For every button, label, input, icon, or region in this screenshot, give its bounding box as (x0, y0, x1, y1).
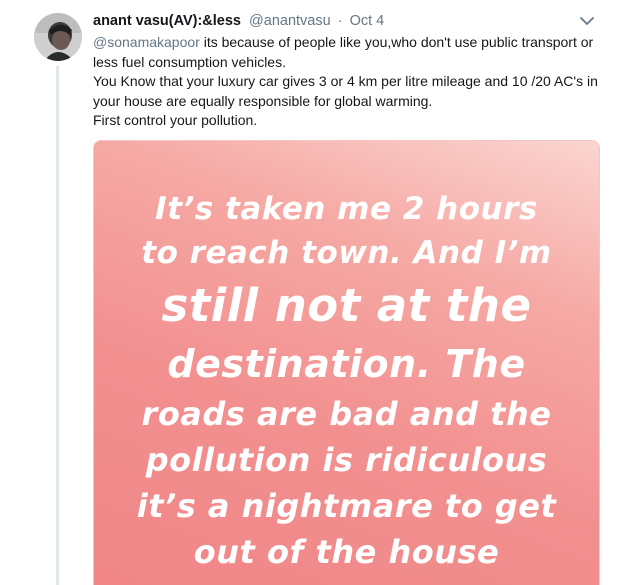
author-name[interactable]: anant vasu(AV):&less (93, 13, 241, 29)
separator-dot: · (337, 13, 343, 29)
avatar[interactable] (34, 13, 82, 61)
thread-line (56, 66, 59, 585)
media-text-line: roads are bad and the (141, 395, 552, 433)
tweet-media-image[interactable]: It’s taken me 2 hours to reach town. And… (93, 140, 600, 585)
tweet-text-line-3: First control your pollution. (93, 112, 258, 128)
avatar-image (34, 13, 82, 61)
chevron-down-icon[interactable] (578, 14, 596, 28)
media-text-line: destination. The (167, 342, 526, 386)
media-text: It’s taken me 2 hours to reach town. And… (94, 187, 599, 575)
media-text-line: still not at the (161, 279, 532, 332)
media-text-line: pollution is ridiculous (145, 441, 548, 479)
tweet-header: anant vasu(AV):&less @anantvasu · Oct 4 (93, 11, 384, 31)
tweet-text: @sonamakapoor its because of people like… (93, 33, 613, 131)
tweet: anant vasu(AV):&less @anantvasu · Oct 4 … (0, 0, 635, 585)
media-text-line: out of the house (193, 533, 500, 571)
tweet-date[interactable]: Oct 4 (350, 13, 385, 29)
author-handle[interactable]: @anantvasu (249, 13, 331, 29)
media-text-line: it’s a nightmare to get (136, 487, 557, 525)
tweet-text-line-1: @sonamakapoor its because of people like… (93, 33, 613, 72)
mention-link[interactable]: @sonamakapoor (93, 34, 200, 50)
media-text-line: to reach town. And I’m (141, 235, 552, 271)
tweet-text-line-2: You Know that your luxury car gives 3 or… (93, 73, 598, 109)
media-text-line: It’s taken me 2 hours (155, 191, 538, 227)
